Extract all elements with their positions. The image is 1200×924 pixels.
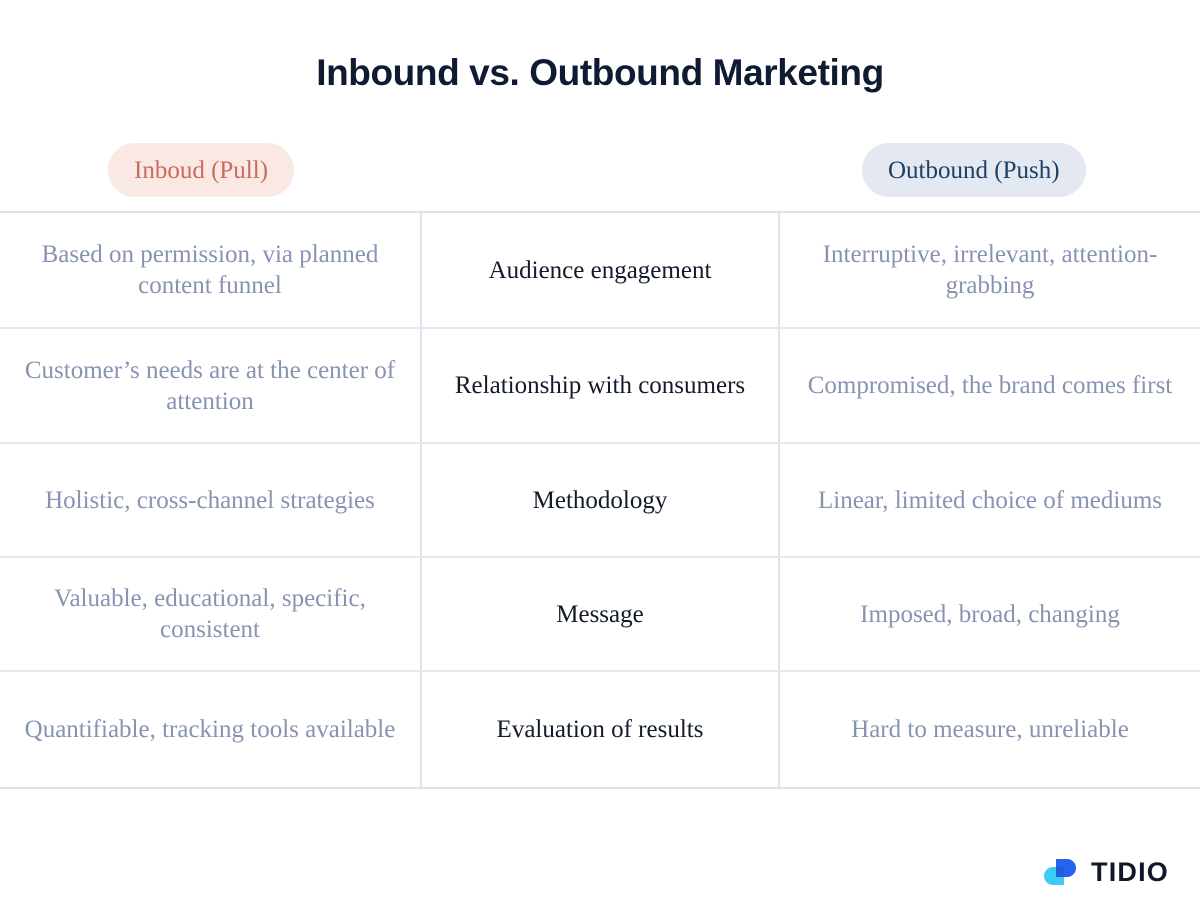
criterion-cell: Evaluation of results <box>420 672 780 787</box>
inbound-cell: Quantifiable, tracking tools available <box>24 716 396 743</box>
tidio-wordmark: TIDIO <box>1091 856 1169 887</box>
outbound-cell: Imposed, broad, changing <box>860 600 1120 628</box>
criterion-cell: Methodology <box>420 444 780 556</box>
outbound-cell: Linear, limited choice of mediums <box>817 486 1163 514</box>
inbound-cell: Customer’s needs are at the center of at… <box>24 356 396 415</box>
outbound-cell: Hard to measure, unreliable <box>851 716 1129 743</box>
criterion-cell: Message <box>420 558 780 670</box>
outbound-cell: Interruptive, irrelevant, attention-grab… <box>822 241 1158 299</box>
outbound-cell: Compromised, the brand comes first <box>807 372 1173 399</box>
tidio-chat-bubble-icon <box>1040 852 1080 892</box>
column-header-row: Inboud (Pull) Outbound (Push) <box>0 143 1200 199</box>
table-row: Holistic, cross-channel strategies Metho… <box>0 444 1200 558</box>
criterion-cell: Audience engagement <box>420 213 780 327</box>
inbound-cell: Holistic, cross-channel strategies <box>45 486 375 514</box>
table-row: Customer’s needs are at the center of at… <box>0 329 1200 444</box>
inbound-cell: Based on permission, via planned content… <box>41 241 379 299</box>
criterion-cell: Relationship with consumers <box>420 329 780 442</box>
comparison-table: Based on permission, via planned content… <box>0 211 1200 789</box>
page-title: Inbound vs. Outbound Marketing <box>316 52 884 93</box>
table-row: Based on permission, via planned content… <box>0 213 1200 329</box>
infographic-page: Inbound vs. Outbound Marketing Inboud (P… <box>0 0 1200 924</box>
tidio-logo: TIDIO <box>1040 852 1169 892</box>
inbound-column-pill: Inboud (Pull) <box>108 143 295 197</box>
table-row: Valuable, educational, specific, consist… <box>0 558 1200 672</box>
outbound-column-pill: Outbound (Push) <box>862 143 1086 197</box>
inbound-cell: Valuable, educational, specific, consist… <box>54 585 366 643</box>
table-row: Quantifiable, tracking tools available E… <box>0 672 1200 787</box>
